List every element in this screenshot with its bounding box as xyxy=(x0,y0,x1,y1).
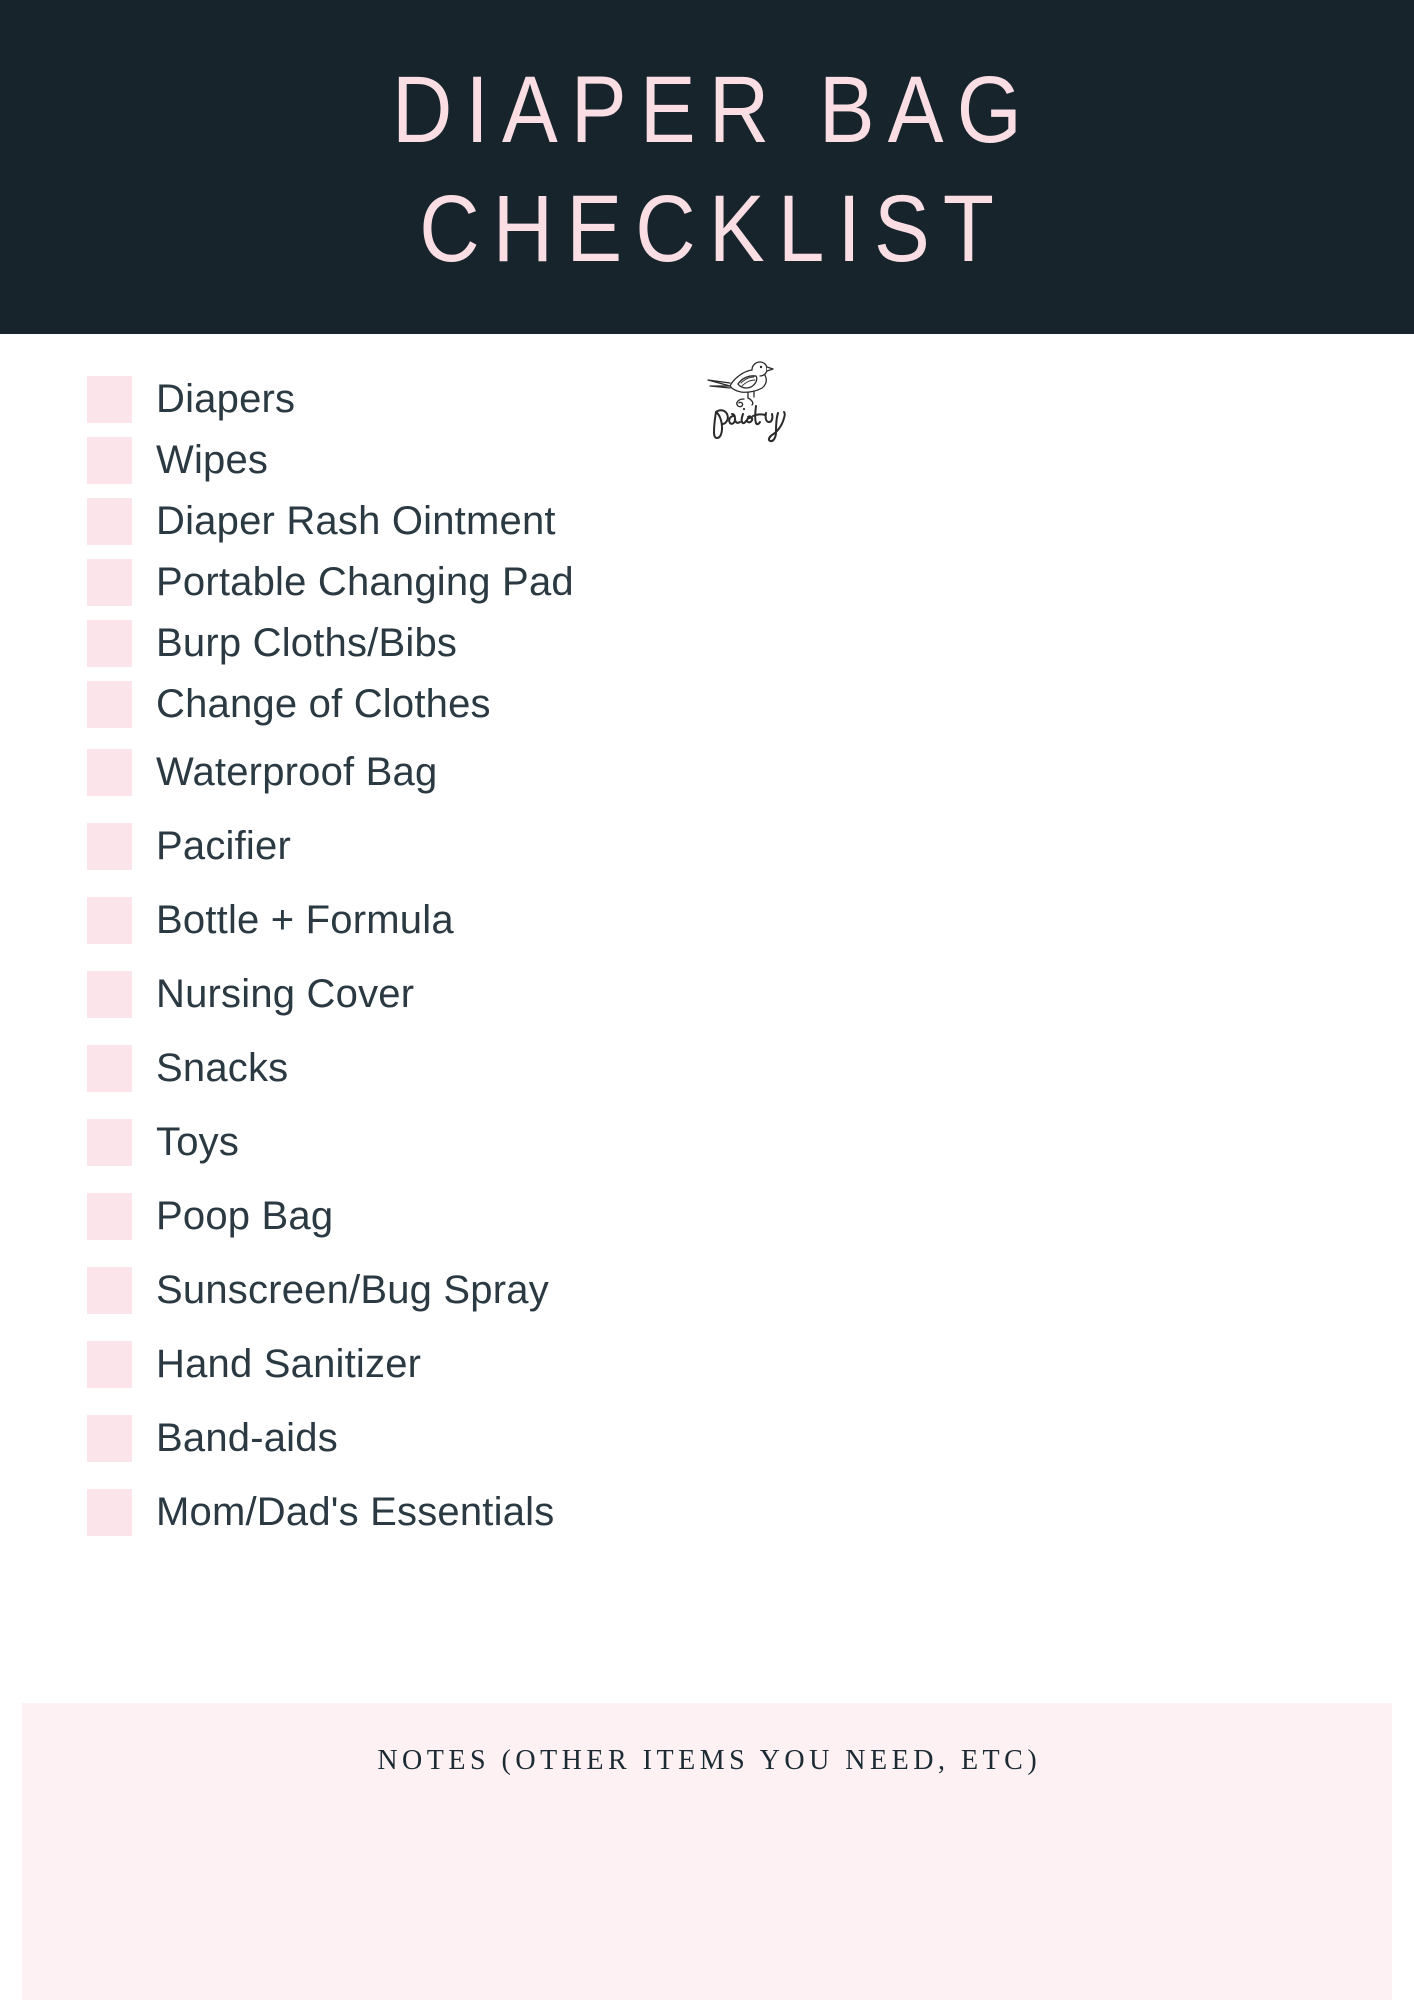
checkbox[interactable] xyxy=(87,897,132,944)
checklist-item-label: Portable Changing Pad xyxy=(156,560,574,604)
checklist-item[interactable]: Nursing Cover xyxy=(87,971,987,1018)
page-title-line-1: DIAPER BAG xyxy=(392,57,1036,163)
checklist-item[interactable]: Waterproof Bag xyxy=(87,749,987,796)
checklist-item-label: Toys xyxy=(156,1120,240,1164)
checklist-item[interactable]: Pacifier xyxy=(87,823,987,870)
checklist-item-label: Wipes xyxy=(156,438,269,482)
checklist-item-label: Hand Sanitizer xyxy=(156,1342,422,1386)
checkbox[interactable] xyxy=(87,749,132,796)
notes-panel: NOTES (OTHER ITEMS YOU NEED, ETC) xyxy=(22,1703,1392,2000)
checkbox[interactable] xyxy=(87,1341,132,1388)
checklist-item[interactable]: Toys xyxy=(87,1119,987,1166)
checklist: Diapers Wipes Diaper Rash Ointment Porta… xyxy=(87,376,987,1563)
header-banner: DIAPER BAG CHECKLIST xyxy=(0,0,1414,334)
checklist-item-label: Diapers xyxy=(156,377,296,421)
checklist-item[interactable]: Band-aids xyxy=(87,1415,987,1462)
checklist-item-label: Burp Cloths/Bibs xyxy=(156,621,458,665)
checklist-item[interactable]: Hand Sanitizer xyxy=(87,1341,987,1388)
checklist-item-label: Poop Bag xyxy=(156,1194,334,1238)
checklist-item-label: Bottle + Formula xyxy=(156,898,454,942)
checkbox[interactable] xyxy=(87,971,132,1018)
checkbox[interactable] xyxy=(87,1119,132,1166)
checkbox[interactable] xyxy=(87,437,132,484)
checklist-item[interactable]: Change of Clothes xyxy=(87,681,987,728)
checkbox[interactable] xyxy=(87,1415,132,1462)
checkbox[interactable] xyxy=(87,1193,132,1240)
checklist-item-label: Change of Clothes xyxy=(156,682,491,726)
checklist-item-label: Mom/Dad's Essentials xyxy=(156,1490,555,1534)
checklist-item[interactable]: Poop Bag xyxy=(87,1193,987,1240)
checklist-item-label: Pacifier xyxy=(156,824,291,868)
checkbox[interactable] xyxy=(87,498,132,545)
checklist-item[interactable]: Snacks xyxy=(87,1045,987,1092)
checkbox[interactable] xyxy=(87,1045,132,1092)
checkbox[interactable] xyxy=(87,1489,132,1536)
checkbox[interactable] xyxy=(87,559,132,606)
checkbox[interactable] xyxy=(87,681,132,728)
checklist-item[interactable]: Diaper Rash Ointment xyxy=(87,498,987,545)
checklist-item-label: Nursing Cover xyxy=(156,972,415,1016)
checklist-item[interactable]: Portable Changing Pad xyxy=(87,559,987,606)
checkbox[interactable] xyxy=(87,1267,132,1314)
checklist-item[interactable]: Bottle + Formula xyxy=(87,897,987,944)
checkbox[interactable] xyxy=(87,620,132,667)
page-title-line-2: CHECKLIST xyxy=(419,176,1008,282)
notes-writing-area[interactable] xyxy=(22,1803,1392,2000)
checkbox[interactable] xyxy=(87,376,132,423)
checklist-item-label: Sunscreen/Bug Spray xyxy=(156,1268,549,1312)
checklist-item-label: Diaper Rash Ointment xyxy=(156,499,556,543)
checklist-item[interactable]: Diapers xyxy=(87,376,987,423)
checklist-item[interactable]: Wipes xyxy=(87,437,987,484)
checklist-item-label: Waterproof Bag xyxy=(156,750,438,794)
checklist-item-label: Snacks xyxy=(156,1046,289,1090)
checklist-item[interactable]: Mom/Dad's Essentials xyxy=(87,1489,987,1536)
notes-heading: NOTES (OTHER ITEMS YOU NEED, ETC) xyxy=(377,1745,1042,1776)
checklist-item-label: Band-aids xyxy=(156,1416,338,1460)
checklist-item[interactable]: Sunscreen/Bug Spray xyxy=(87,1267,987,1314)
checkbox[interactable] xyxy=(87,823,132,870)
checklist-item[interactable]: Burp Cloths/Bibs xyxy=(87,620,987,667)
